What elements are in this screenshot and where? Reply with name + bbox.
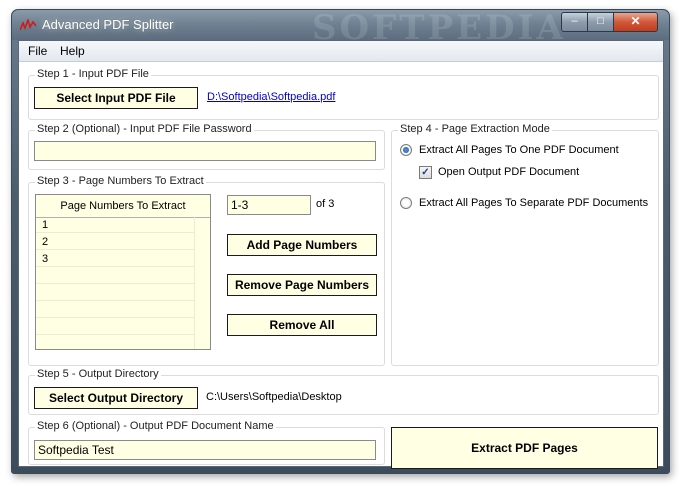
step1-label: Step 1 - Input PDF File bbox=[35, 68, 151, 80]
step6-group: Step 6 (Optional) - Output PDF Document … bbox=[28, 420, 385, 465]
select-input-pdf-button[interactable]: Select Input PDF File bbox=[34, 87, 198, 109]
add-page-numbers-button[interactable]: Add Page Numbers bbox=[227, 234, 377, 256]
password-input[interactable] bbox=[34, 141, 376, 161]
list-row-empty bbox=[36, 302, 194, 318]
separate-documents-radio[interactable] bbox=[400, 197, 412, 209]
menu-bar: File Help bbox=[19, 41, 663, 62]
list-scrollbar-track[interactable] bbox=[194, 217, 195, 349]
window-title: Advanced PDF Splitter bbox=[42, 17, 174, 32]
open-output-checkbox[interactable]: ✓ bbox=[419, 166, 432, 179]
remove-page-numbers-button[interactable]: Remove Page Numbers bbox=[227, 274, 377, 296]
step3-label: Step 3 - Page Numbers To Extract bbox=[35, 175, 206, 187]
list-item[interactable]: 3 bbox=[36, 251, 194, 267]
list-item[interactable]: 1 bbox=[36, 217, 194, 233]
step2-group: Step 2 (Optional) - Input PDF File Passw… bbox=[28, 123, 385, 170]
title-bar[interactable]: SOFTPEDIA Advanced PDF Splitter ‒ □ ✕ bbox=[12, 10, 669, 46]
list-row-empty bbox=[36, 319, 194, 335]
app-logo-icon bbox=[20, 19, 36, 31]
separate-documents-label[interactable]: Extract All Pages To Separate PDF Docume… bbox=[419, 197, 648, 209]
step5-label: Step 5 - Output Directory bbox=[35, 368, 161, 380]
step1-group: Step 1 - Input PDF File Select Input PDF… bbox=[28, 68, 659, 120]
list-item[interactable]: 2 bbox=[36, 234, 194, 250]
menu-file[interactable]: File bbox=[28, 44, 47, 58]
one-document-radio[interactable] bbox=[400, 144, 412, 156]
app-window: SOFTPEDIA Advanced PDF Splitter ‒ □ ✕ Fi… bbox=[11, 9, 670, 474]
step4-label: Step 4 - Page Extraction Mode bbox=[398, 123, 552, 135]
maximize-button[interactable]: □ bbox=[587, 12, 614, 32]
page-range-input[interactable] bbox=[227, 195, 311, 215]
page-numbers-list[interactable]: Page Numbers To Extract 1 2 3 bbox=[35, 194, 211, 350]
extract-pdf-pages-button[interactable]: Extract PDF Pages bbox=[391, 427, 658, 469]
list-row-empty bbox=[36, 285, 194, 301]
one-document-label[interactable]: Extract All Pages To One PDF Document bbox=[419, 144, 619, 156]
menu-help[interactable]: Help bbox=[60, 44, 85, 58]
open-output-label[interactable]: Open Output PDF Document bbox=[438, 166, 579, 178]
close-button[interactable]: ✕ bbox=[613, 12, 658, 32]
output-directory-path: C:\Users\Softpedia\Desktop bbox=[206, 391, 342, 403]
step2-label: Step 2 (Optional) - Input PDF File Passw… bbox=[35, 123, 254, 135]
page-count-label: of 3 bbox=[316, 198, 335, 210]
list-header[interactable]: Page Numbers To Extract bbox=[36, 195, 210, 218]
step4-group: Step 4 - Page Extraction Mode Extract Al… bbox=[391, 123, 659, 366]
step5-group: Step 5 - Output Directory Select Output … bbox=[28, 368, 659, 415]
step3-group: Step 3 - Page Numbers To Extract Page Nu… bbox=[28, 175, 385, 366]
select-output-directory-button[interactable]: Select Output Directory bbox=[34, 387, 198, 409]
input-file-path-link[interactable]: D:\Softpedia\Softpedia.pdf bbox=[207, 91, 335, 103]
list-row-empty bbox=[36, 268, 194, 284]
step6-label: Step 6 (Optional) - Output PDF Document … bbox=[35, 420, 276, 432]
client-area: File Help Step 1 - Input PDF File Select… bbox=[18, 40, 664, 469]
output-name-input[interactable] bbox=[34, 440, 376, 460]
minimize-button[interactable]: ‒ bbox=[561, 12, 588, 32]
remove-all-button[interactable]: Remove All bbox=[227, 314, 377, 336]
